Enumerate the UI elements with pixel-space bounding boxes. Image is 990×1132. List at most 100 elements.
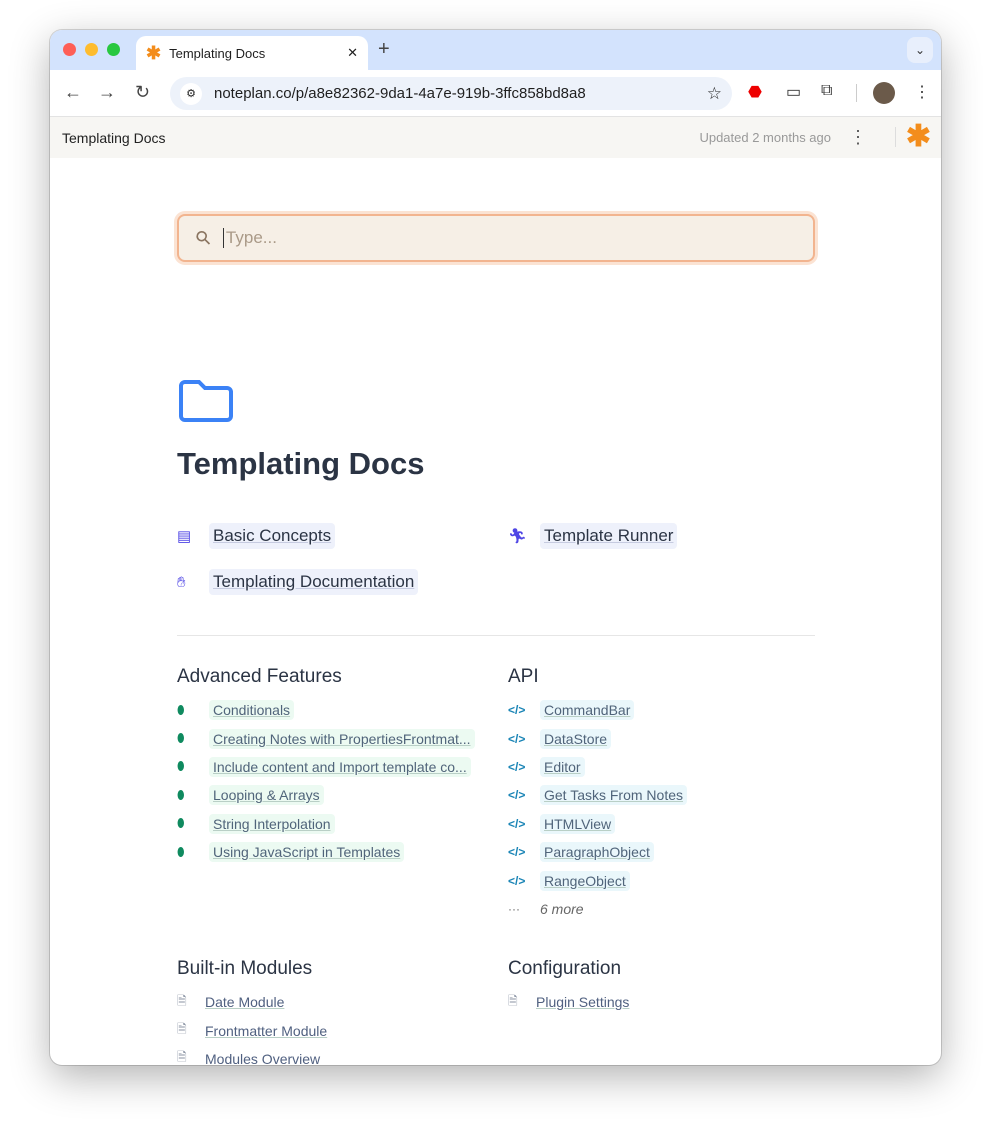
code-icon: </>: [508, 703, 526, 718]
list-item[interactable]: ⬮ Looping & Arrays: [177, 781, 497, 809]
extensions-puzzle-icon[interactable]: ⧉: [821, 82, 832, 100]
profile-avatar[interactable]: [873, 82, 895, 104]
list-item[interactable]: ⬮ Creating Notes with PropertiesFrontmat.…: [177, 724, 497, 752]
list-item[interactable]: </> HTMLView: [508, 810, 828, 838]
more-options-icon[interactable]: ⋮: [849, 127, 867, 148]
list-item[interactable]: 🗎︎ Modules Overview: [177, 1045, 497, 1065]
link-label[interactable]: Template Runner: [540, 523, 678, 549]
list-item[interactable]: 🗎︎ Plugin Settings: [508, 988, 828, 1016]
app-header: Templating Docs Updated 2 months ago ⋮ ✱: [50, 117, 941, 158]
tab-search-button[interactable]: ⌄: [907, 37, 933, 63]
more-count[interactable]: 6 more: [540, 901, 584, 917]
list-item[interactable]: 🗎︎ Date Module: [177, 988, 497, 1016]
brain-icon: ⬮: [177, 702, 185, 717]
search-box[interactable]: ⚲: [177, 214, 815, 262]
list-item[interactable]: ⬮ Using JavaScript in Templates: [177, 838, 497, 866]
tab-bar: ✱ Templating Docs ✕ + ⌄: [50, 30, 941, 70]
code-icon: </>: [508, 845, 526, 860]
maximize-window-button[interactable]: [107, 43, 120, 56]
code-icon: </>: [508, 788, 526, 803]
list-item[interactable]: </> Editor: [508, 753, 828, 781]
link-label[interactable]: Get Tasks From Notes: [540, 785, 688, 806]
code-icon: </>: [508, 731, 526, 746]
link-label[interactable]: Looping & Arrays: [209, 785, 324, 806]
code-icon: </>: [508, 873, 526, 888]
noteplan-logo-icon[interactable]: ✱: [906, 119, 931, 154]
ellipsis-icon: ···: [508, 901, 520, 916]
link-label[interactable]: Using JavaScript in Templates: [209, 842, 405, 863]
link-basic-concepts[interactable]: ▤ Basic Concepts: [177, 523, 336, 549]
section-title: Advanced Features: [177, 666, 342, 687]
document-icon: 🗎︎: [177, 1050, 187, 1065]
link-label[interactable]: DataStore: [540, 728, 612, 749]
new-tab-button[interactable]: +: [378, 38, 390, 61]
divider: [177, 635, 815, 636]
toolbar-divider: [856, 84, 857, 102]
list-item[interactable]: </> CommandBar: [508, 696, 828, 724]
link-label[interactable]: ParagraphObject: [540, 842, 654, 863]
cast-extension-icon[interactable]: ▭: [786, 82, 801, 102]
browser-menu-icon[interactable]: ⋮: [914, 82, 930, 102]
link-label[interactable]: Templating Documentation: [209, 569, 419, 595]
reload-button[interactable]: ↻: [135, 82, 150, 103]
document-icon: 🗎︎: [177, 993, 187, 1008]
link-template-runner[interactable]: 🏃︎ Template Runner: [508, 523, 678, 549]
browser-window: ✱ Templating Docs ✕ + ⌄ ← → ↻ ⚙ noteplan…: [50, 30, 941, 1065]
list-item[interactable]: </> DataStore: [508, 724, 828, 752]
link-label[interactable]: Conditionals: [209, 700, 295, 721]
book-icon: ▤: [177, 528, 192, 545]
address-bar[interactable]: ⚙ noteplan.co/p/a8e82362-9da1-4a7e-919b-…: [170, 77, 732, 110]
tab-title: Templating Docs: [169, 45, 266, 61]
search-input[interactable]: [222, 228, 447, 248]
link-label[interactable]: Include content and Import template co..…: [209, 756, 471, 777]
code-icon: </>: [508, 759, 526, 774]
adblock-extension-icon[interactable]: ⬣: [748, 82, 762, 102]
link-label[interactable]: Creating Notes with PropertiesFrontmat..…: [209, 728, 475, 749]
link-label[interactable]: CommandBar: [540, 700, 635, 721]
browser-tab[interactable]: ✱ Templating Docs ✕: [136, 36, 368, 70]
header-divider: [895, 127, 896, 147]
section-built-in-modules: Built-in Modules 🗎︎ Date Module 🗎︎ Frontmat…: [177, 958, 497, 1065]
hand-icon: ✋︎: [177, 573, 186, 591]
browser-toolbar: ← → ↻ ⚙ noteplan.co/p/a8e82362-9da1-4a7e…: [50, 70, 941, 117]
site-settings-icon[interactable]: ⚙: [180, 82, 202, 105]
list-item[interactable]: 🗎︎ Frontmatter Module: [177, 1016, 497, 1044]
section-title: Configuration: [508, 958, 622, 979]
brain-icon: ⬮: [177, 759, 185, 774]
document-icon: 🗎︎: [177, 1022, 187, 1037]
link-label[interactable]: RangeObject: [540, 870, 630, 891]
link-label[interactable]: Plugin Settings: [536, 992, 629, 1012]
section-api: API </> CommandBar </> DataStore </> Editor </…: [508, 666, 828, 923]
list-item[interactable]: ⬮ String Interpolation: [177, 810, 497, 838]
updated-timestamp: Updated 2 months ago: [699, 130, 831, 145]
link-label[interactable]: Editor: [540, 756, 585, 777]
close-tab-icon[interactable]: ✕: [347, 45, 358, 61]
section-configuration: Configuration 🗎︎ Plugin Settings: [508, 958, 828, 1016]
close-window-button[interactable]: [63, 43, 76, 56]
brain-icon: ⬮: [177, 787, 185, 802]
folder-icon: [179, 380, 233, 422]
url-text: noteplan.co/p/a8e82362-9da1-4a7e-919b-3f…: [214, 85, 586, 102]
list-item[interactable]: </> ParagraphObject: [508, 838, 828, 866]
running-icon: 🏃︎: [508, 528, 528, 545]
link-templating-documentation[interactable]: ✋︎ Templating Documentation: [177, 569, 419, 595]
search-icon: ⚲: [191, 225, 217, 251]
bookmark-star-icon[interactable]: ☆: [707, 84, 722, 104]
list-item[interactable]: ⬮ Include content and Import template co.…: [177, 753, 497, 781]
list-item[interactable]: ⬮ Conditionals: [177, 696, 497, 724]
minimize-window-button[interactable]: [85, 43, 98, 56]
forward-button[interactable]: →: [98, 82, 116, 103]
link-label[interactable]: HTMLView: [540, 813, 616, 834]
list-item[interactable]: </> RangeObject: [508, 866, 828, 894]
list-item[interactable]: </> Get Tasks From Notes: [508, 781, 828, 809]
show-more-link[interactable]: ··· 6 more: [508, 895, 828, 923]
back-button[interactable]: ←: [64, 82, 82, 103]
link-label[interactable]: Modules Overview: [205, 1049, 320, 1065]
link-label[interactable]: Date Module: [205, 992, 284, 1012]
link-label[interactable]: Frontmatter Module: [205, 1021, 327, 1041]
note-title: Templating Docs: [62, 129, 166, 146]
section-advanced-features: Advanced Features ⬮ Conditionals ⬮ Creating…: [177, 666, 497, 866]
link-label[interactable]: Basic Concepts: [209, 523, 336, 549]
link-label[interactable]: String Interpolation: [209, 813, 335, 834]
section-title: Built-in Modules: [177, 958, 313, 979]
